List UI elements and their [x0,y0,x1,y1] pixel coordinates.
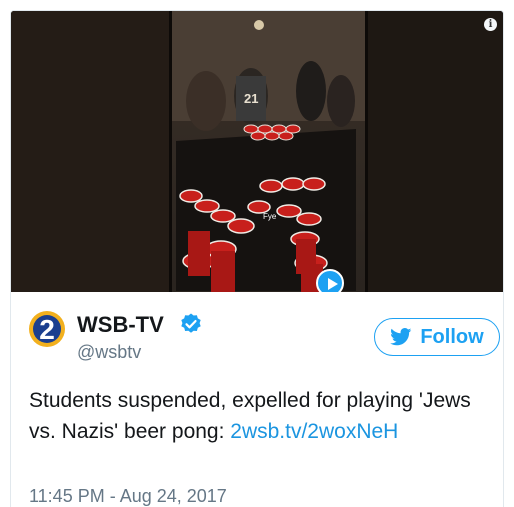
follow-button[interactable]: Follow [374,318,500,356]
tweet-link[interactable]: 2wsb.tv/2woxNeH [230,420,398,443]
jersey-number: 21 [244,91,258,106]
tweet-video[interactable]: 21 Fye i [11,11,503,292]
play-icon[interactable] [316,269,344,292]
follow-label: Follow [420,325,484,348]
verified-badge-icon [181,313,201,333]
tweet-card[interactable]: 21 Fye i 2 WSB-TV @wsbtv Follow Students… [10,10,504,507]
tweet-header: 2 WSB-TV @wsbtv Follow [29,311,500,371]
twitter-bird-icon [390,328,412,346]
tweet-text: Students suspended, expelled for playing… [29,385,499,447]
info-icon[interactable]: i [484,18,497,31]
avatar-digit: 2 [39,314,55,345]
display-name[interactable]: WSB-TV [77,312,164,338]
snap-caption: Fye [263,212,277,221]
tweet-timestamp[interactable]: 11:45 PM - Aug 24, 2017 [29,486,227,507]
user-handle[interactable]: @wsbtv [77,342,141,363]
avatar[interactable]: 2 [29,311,65,347]
video-frame: 21 Fye [11,11,503,292]
